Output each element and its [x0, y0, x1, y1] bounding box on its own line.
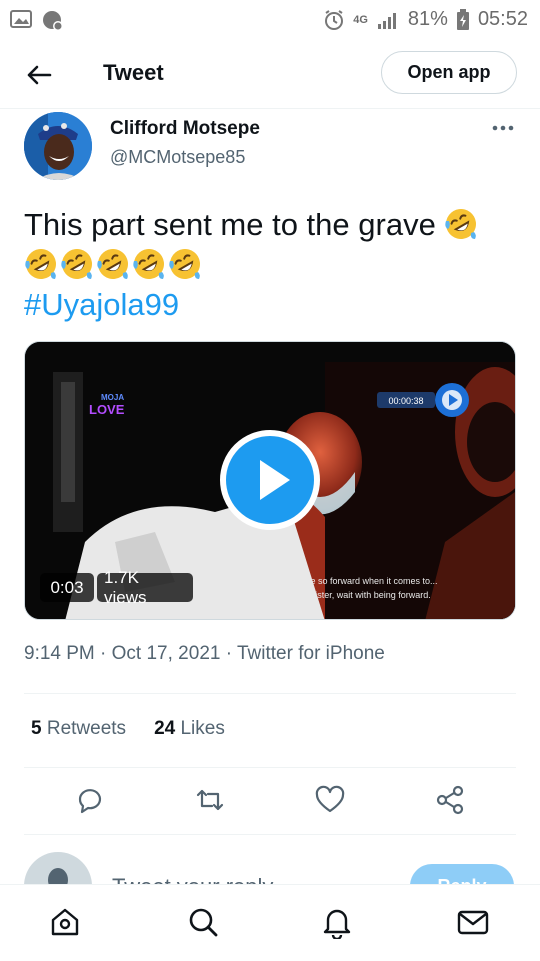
caption-line-1: are so forward when it comes to... [302, 576, 437, 586]
share-icon[interactable] [434, 784, 466, 816]
video-views: 1.7K views [97, 568, 193, 607]
tweet-meta: 9:14 PM · Oct 17, 2021 · Twitter for iPh… [24, 643, 385, 664]
divider [24, 834, 516, 835]
play-button-icon[interactable] [220, 430, 320, 530]
messages-envelope-icon[interactable] [456, 905, 490, 939]
signal-icon [377, 12, 396, 29]
divider [24, 693, 516, 694]
likes-stat[interactable]: 24 Likes [154, 718, 225, 740]
reply-button[interactable]: Reply [410, 864, 514, 884]
laughing-emoji-icon [132, 247, 166, 281]
tweet-date: Oct 17, 2021 [111, 643, 221, 664]
author-name[interactable]: Clifford Motsepe [110, 118, 260, 140]
retweets-stat[interactable]: 5 Retweets [31, 718, 126, 740]
battery-icon [456, 8, 469, 30]
laughing-emoji-icon [60, 247, 94, 281]
like-heart-icon[interactable] [314, 784, 346, 816]
likes-label: Likes [180, 718, 225, 739]
caption-line-2: Sister, wait with being forward. [309, 590, 431, 600]
retweets-count: 5 [31, 718, 42, 739]
laughing-emoji-icon [168, 247, 202, 281]
battery-percent: 81% [407, 8, 448, 30]
overlay-brand-moja: MOJA [101, 393, 124, 402]
laughing-emoji-icon [24, 247, 58, 281]
network-type: 4G [353, 13, 368, 26]
laughing-emoji-icon [444, 207, 478, 241]
avatar[interactable] [24, 112, 92, 180]
open-app-button[interactable]: Open app [381, 51, 517, 94]
reply-composer: Tweet your reply Reply [0, 838, 540, 884]
divider [24, 767, 516, 768]
reply-icon[interactable] [74, 784, 106, 816]
clock: 05:52 [477, 8, 528, 30]
engagement-stats: 5 Retweets 24 Likes [31, 718, 225, 740]
video-duration: 0:03 [40, 573, 94, 602]
overlay-brand-love: LOVE [89, 402, 125, 417]
overlay-timer: 00:00:38 [388, 396, 423, 406]
action-bar [0, 782, 540, 822]
bottom-navigation [0, 884, 540, 961]
more-options-icon[interactable] [490, 118, 516, 138]
status-bar: 4G 81% 05:52 [0, 0, 540, 38]
alarm-icon [325, 9, 344, 30]
top-header: Tweet Open app [0, 42, 540, 109]
reply-input[interactable]: Tweet your reply [112, 874, 273, 884]
chrome-notification-icon [43, 11, 63, 31]
hashtag-link[interactable]: #Uyajola99 [24, 287, 179, 322]
likes-count: 24 [154, 718, 176, 739]
search-icon[interactable] [186, 905, 220, 939]
retweet-icon[interactable] [194, 784, 226, 816]
notifications-bell-icon[interactable] [320, 905, 354, 939]
reply-avatar [24, 852, 92, 884]
tweet-text: This part sent me to the grave #Uyajola9… [24, 205, 520, 325]
tweet-source[interactable]: Twitter for iPhone [237, 643, 385, 664]
tweet-body: This part sent me to the grave [24, 207, 436, 242]
retweets-label: Retweets [46, 718, 127, 739]
laughing-emoji-icon [96, 247, 130, 281]
back-arrow-icon[interactable] [24, 60, 54, 90]
page-title: Tweet [103, 60, 164, 85]
tweet-time: 9:14 PM [24, 643, 95, 664]
author-handle[interactable]: @MCMotsepe85 [110, 147, 245, 168]
home-icon[interactable] [48, 905, 82, 939]
gallery-notification-icon [10, 10, 32, 28]
